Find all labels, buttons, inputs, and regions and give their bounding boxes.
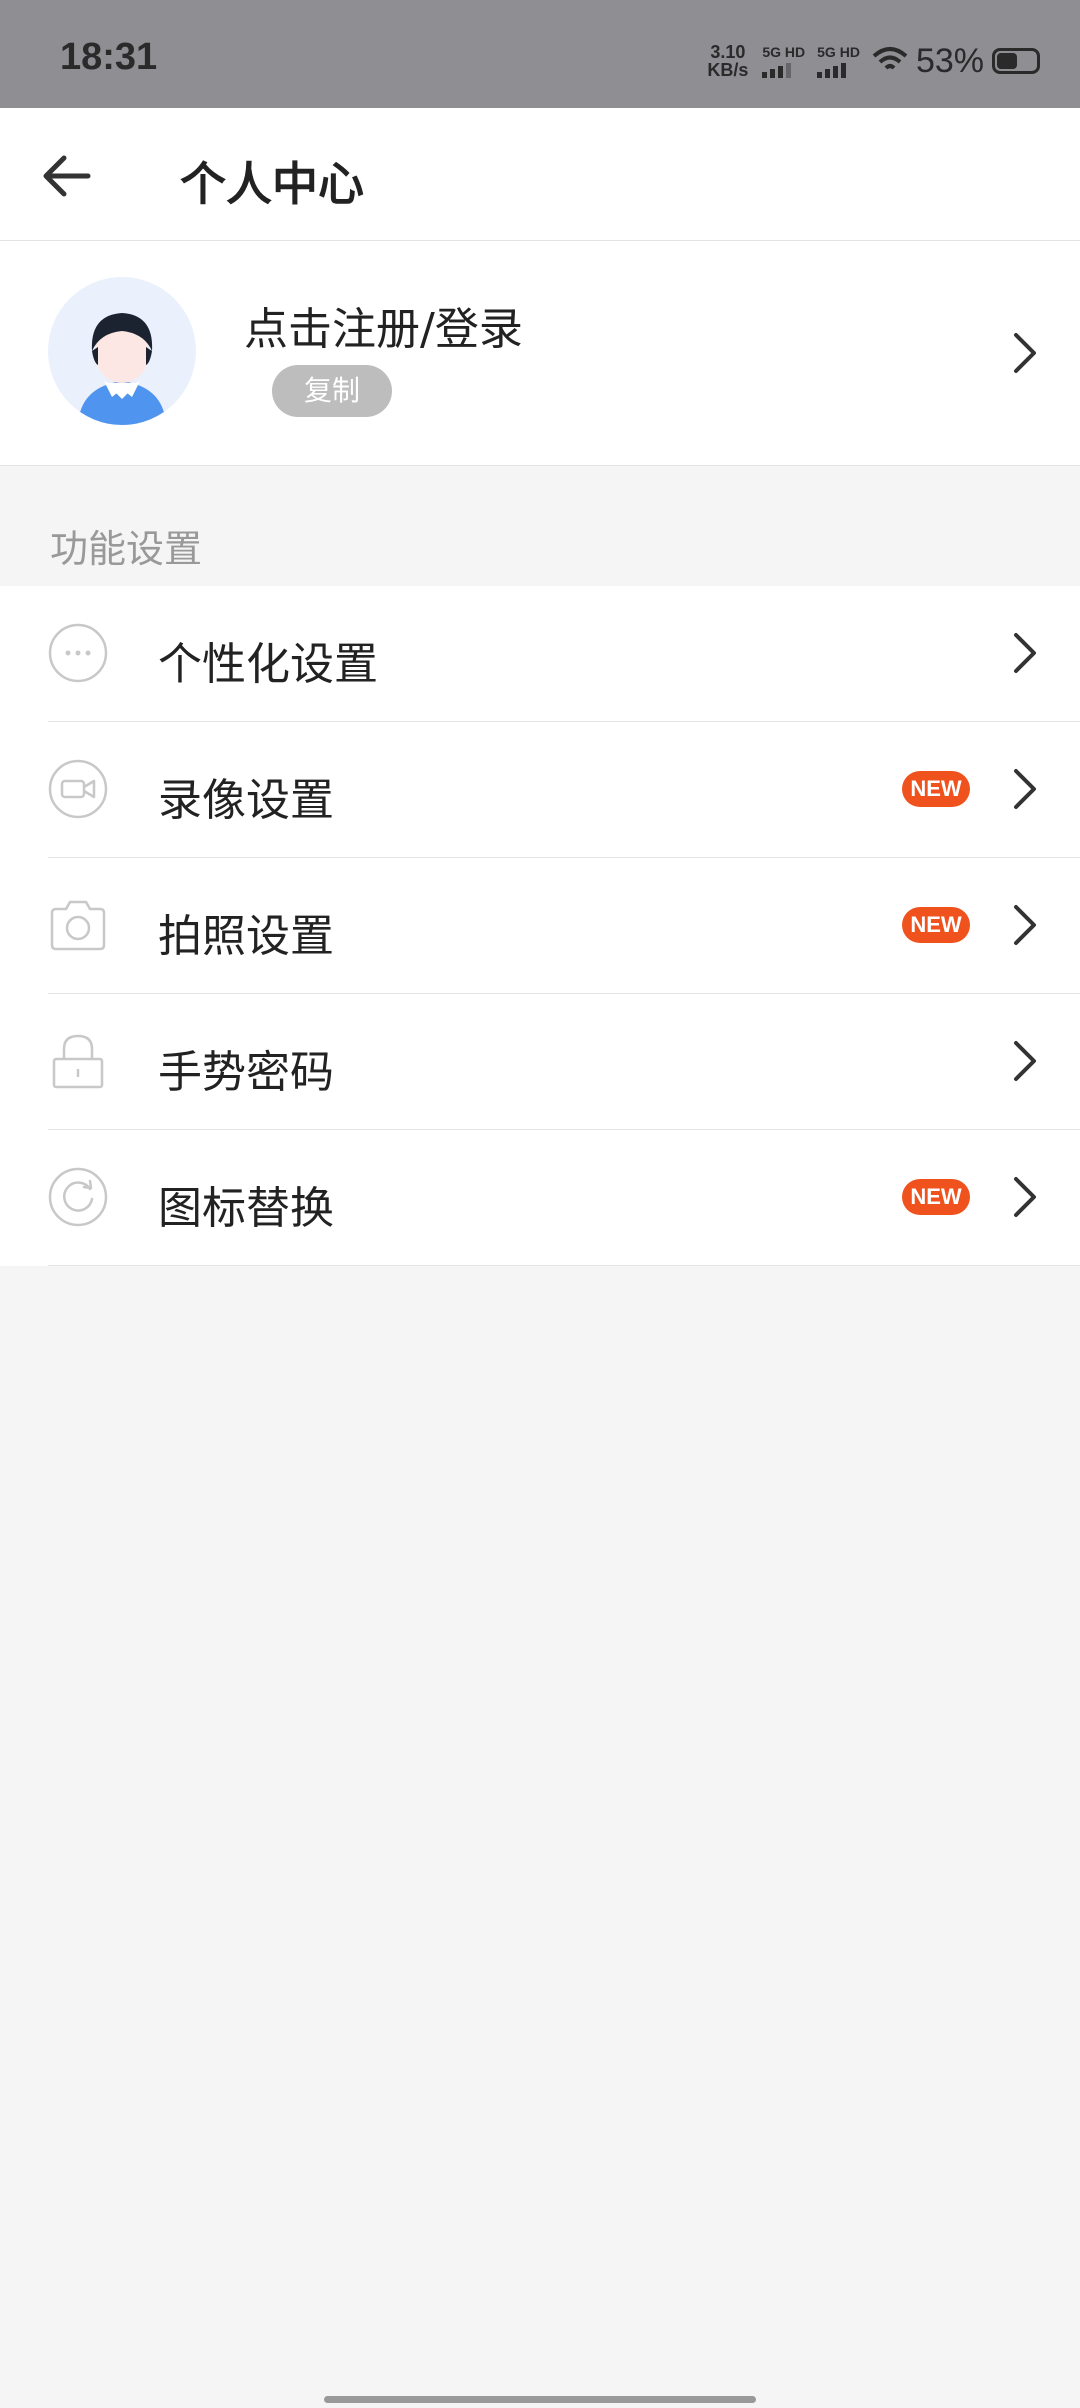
- battery-icon: [992, 48, 1040, 74]
- menu-item-label: 图标替换: [158, 1183, 334, 1234]
- network-speed: 3.10 KB/s: [707, 42, 749, 80]
- copy-button[interactable]: 复制: [272, 365, 392, 417]
- chevron-right-icon: [1014, 1177, 1036, 1217]
- more-dots-icon: [48, 623, 108, 683]
- arrow-left-icon[interactable]: [36, 144, 100, 208]
- sim2-signal-icon: 5G HD: [817, 44, 860, 78]
- new-badge: NEW: [902, 907, 970, 943]
- menu-item-personalization[interactable]: 个性化设置: [48, 586, 1080, 722]
- menu-item-video-settings[interactable]: 录像设置 NEW: [48, 722, 1080, 858]
- home-indicator[interactable]: [324, 2396, 756, 2403]
- login-register-link[interactable]: 点击注册/登录: [244, 293, 523, 357]
- settings-menu: 个性化设置 录像设置 NEW 拍照设置 NEW 手势密码 图标替换 NEW: [0, 586, 1080, 1266]
- new-badge: NEW: [902, 1179, 970, 1215]
- chevron-right-icon: [1014, 769, 1036, 809]
- profile-card[interactable]: 点击注册/登录 复制: [0, 241, 1080, 466]
- wifi-icon: [872, 47, 908, 70]
- top-app-bar: 个人中心: [0, 108, 1080, 241]
- status-icons: 3.10 KB/s 5G HD 5G HD 53%: [707, 36, 1040, 86]
- battery-percent: 53%: [915, 41, 984, 80]
- menu-item-label: 个性化设置: [158, 639, 378, 690]
- section-title: 功能设置: [50, 527, 203, 571]
- video-camera-icon: [48, 759, 108, 819]
- chevron-right-icon: [1014, 633, 1036, 673]
- default-user-avatar-icon: [78, 313, 166, 425]
- refresh-icon: [48, 1167, 108, 1227]
- camera-icon: [50, 900, 106, 951]
- chevron-right-icon[interactable]: [1010, 331, 1040, 375]
- chevron-right-icon: [1014, 1041, 1036, 1081]
- menu-item-label: 录像设置: [158, 775, 334, 826]
- chevron-right-icon: [1014, 905, 1036, 945]
- lock-icon: [52, 1034, 104, 1089]
- sim1-signal-icon: 5G HD: [762, 44, 805, 78]
- status-time: 18:31: [60, 36, 158, 78]
- status-bar: 18:31 3.10 KB/s 5G HD 5G HD 53%: [0, 0, 1080, 108]
- menu-item-photo-settings[interactable]: 拍照设置 NEW: [48, 858, 1080, 994]
- page-title: 个人中心: [180, 157, 364, 211]
- menu-item-icon-replace[interactable]: 图标替换 NEW: [48, 1130, 1080, 1266]
- menu-item-label: 手势密码: [158, 1047, 334, 1098]
- menu-item-label: 拍照设置: [158, 911, 334, 962]
- new-badge: NEW: [902, 771, 970, 807]
- menu-item-gesture-password[interactable]: 手势密码: [48, 994, 1080, 1130]
- avatar[interactable]: [48, 277, 196, 425]
